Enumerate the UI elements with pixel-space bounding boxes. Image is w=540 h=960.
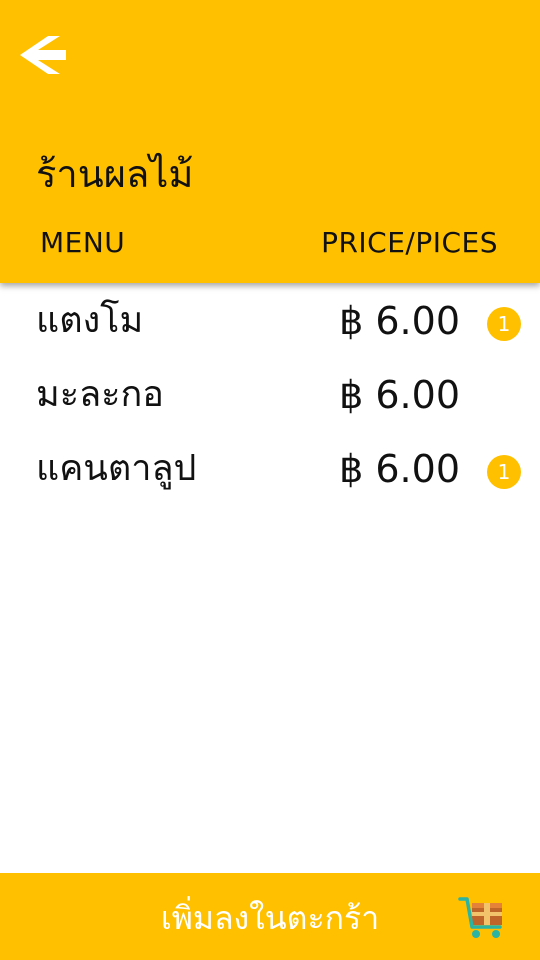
back-button[interactable] [14, 30, 74, 80]
back-arrow-icon [20, 36, 66, 74]
item-name: แตงโม [36, 300, 144, 341]
item-price: ฿ 6.00 [339, 299, 460, 343]
item-name: แคนตาลูป [36, 448, 197, 489]
item-price: ฿ 6.00 [339, 373, 460, 417]
list-item[interactable]: แตงโม ฿ 6.00 1 [0, 283, 540, 357]
price-column-header: PRICE/PICES [321, 226, 498, 259]
item-price: ฿ 6.00 [339, 447, 460, 491]
header-bar: ร้านผลไม้ MENU PRICE/PICES [0, 0, 540, 283]
list-item[interactable]: มะละกอ ฿ 6.00 [0, 357, 540, 431]
list-item[interactable]: แคนตาลูป ฿ 6.00 1 [0, 431, 540, 505]
item-name: มะละกอ [36, 374, 164, 415]
quantity-badge: 1 [487, 455, 521, 489]
page-title: ร้านผลไม้ [36, 152, 194, 196]
shopping-cart-icon[interactable] [458, 893, 506, 941]
menu-column-header: MENU [40, 226, 126, 259]
quantity-badge: 1 [487, 307, 521, 341]
